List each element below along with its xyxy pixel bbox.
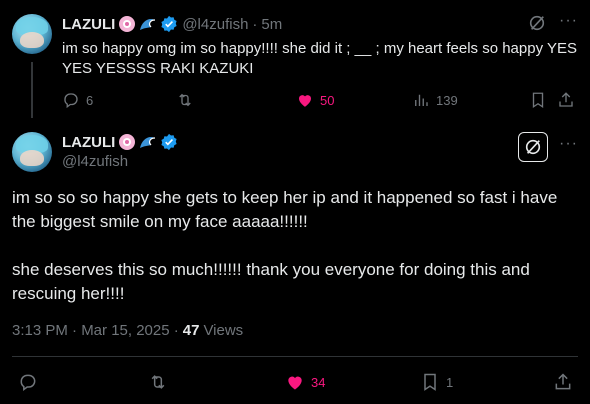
grok-icon[interactable] (528, 14, 546, 32)
more-icon[interactable]: ··· (559, 135, 578, 153)
display-name[interactable]: LAZULI (62, 16, 115, 33)
share-icon (555, 373, 571, 390)
bookmark-count: 1 (446, 374, 454, 390)
more-icon[interactable]: ··· (559, 12, 578, 30)
like-button[interactable]: 50 (296, 91, 334, 109)
verified-badge-icon[interactable] (160, 15, 178, 33)
bookmark-button[interactable]: 1 (420, 372, 453, 392)
reply-icon (64, 93, 78, 109)
display-name[interactable]: LAZULI (62, 134, 115, 151)
views-label: Views (203, 322, 244, 339)
grok-icon (525, 139, 541, 155)
main-post-text: im so so so happy she gets to keep her i… (12, 186, 582, 306)
reply-icon (20, 374, 36, 391)
wave-emoji-icon (140, 137, 156, 148)
text-line: rescuing her!!!! (12, 284, 125, 303)
views-icon (415, 94, 428, 106)
divider (12, 356, 578, 357)
avatar[interactable] (12, 132, 52, 172)
retweet-icon (179, 93, 191, 107)
verified-badge-icon[interactable] (160, 133, 178, 151)
like-count: 50 (320, 92, 335, 108)
flower-emoji-icon (119, 16, 136, 32)
retweet-icon (151, 375, 165, 389)
text-line: YES YESSSS RAKI KAZUKI (62, 60, 254, 77)
text-line: she deserves this so much!!!!!! thank yo… (12, 260, 530, 279)
avatar[interactable] (12, 14, 52, 54)
text-line: im so happy omg im so happy!!!! she did … (62, 40, 577, 57)
heart-icon (299, 95, 311, 107)
time-ago[interactable]: 5m (261, 16, 282, 33)
views-count: 47 (182, 322, 200, 339)
separator: · (252, 15, 258, 33)
like-count: 34 (311, 374, 326, 390)
share-button[interactable] (553, 372, 573, 392)
handle[interactable]: @l4zufish (62, 153, 128, 170)
reply-parent-header: LAZULI @l4zufish · 5m (62, 15, 282, 33)
handle[interactable]: @l4zufish (182, 16, 248, 33)
views-count: 139 (436, 92, 458, 108)
thread-line (31, 62, 33, 118)
main-post-name-row: LAZULI (62, 133, 178, 151)
retweet-button[interactable] (148, 372, 168, 392)
bookmark-button[interactable] (529, 91, 547, 109)
reply-button[interactable] (18, 372, 38, 392)
bookmark-icon (532, 92, 544, 109)
text-line: the biggest smile on my face aaaaa!!!!!! (12, 212, 308, 231)
timestamp-row: 3:13 PM · Mar 15, 2025 · 47 Views (12, 322, 243, 339)
share-icon (559, 92, 573, 107)
bookmark-icon (424, 373, 436, 391)
retweet-button[interactable] (176, 91, 194, 109)
timestamp[interactable]: 3:13 PM · Mar 15, 2025 · (12, 322, 179, 339)
text-line: im so so so happy she gets to keep her i… (12, 188, 558, 207)
flower-emoji-icon (119, 134, 136, 150)
wave-emoji-icon (140, 19, 156, 30)
like-button[interactable]: 34 (285, 372, 325, 392)
grok-button[interactable] (518, 132, 548, 162)
heart-icon (288, 376, 302, 390)
reply-parent-text: im so happy omg im so happy!!!! she did … (62, 39, 582, 79)
reply-button[interactable]: 6 (62, 91, 93, 109)
views-button[interactable]: 139 (412, 91, 458, 109)
reply-count: 6 (86, 92, 94, 108)
share-button[interactable] (557, 91, 575, 109)
